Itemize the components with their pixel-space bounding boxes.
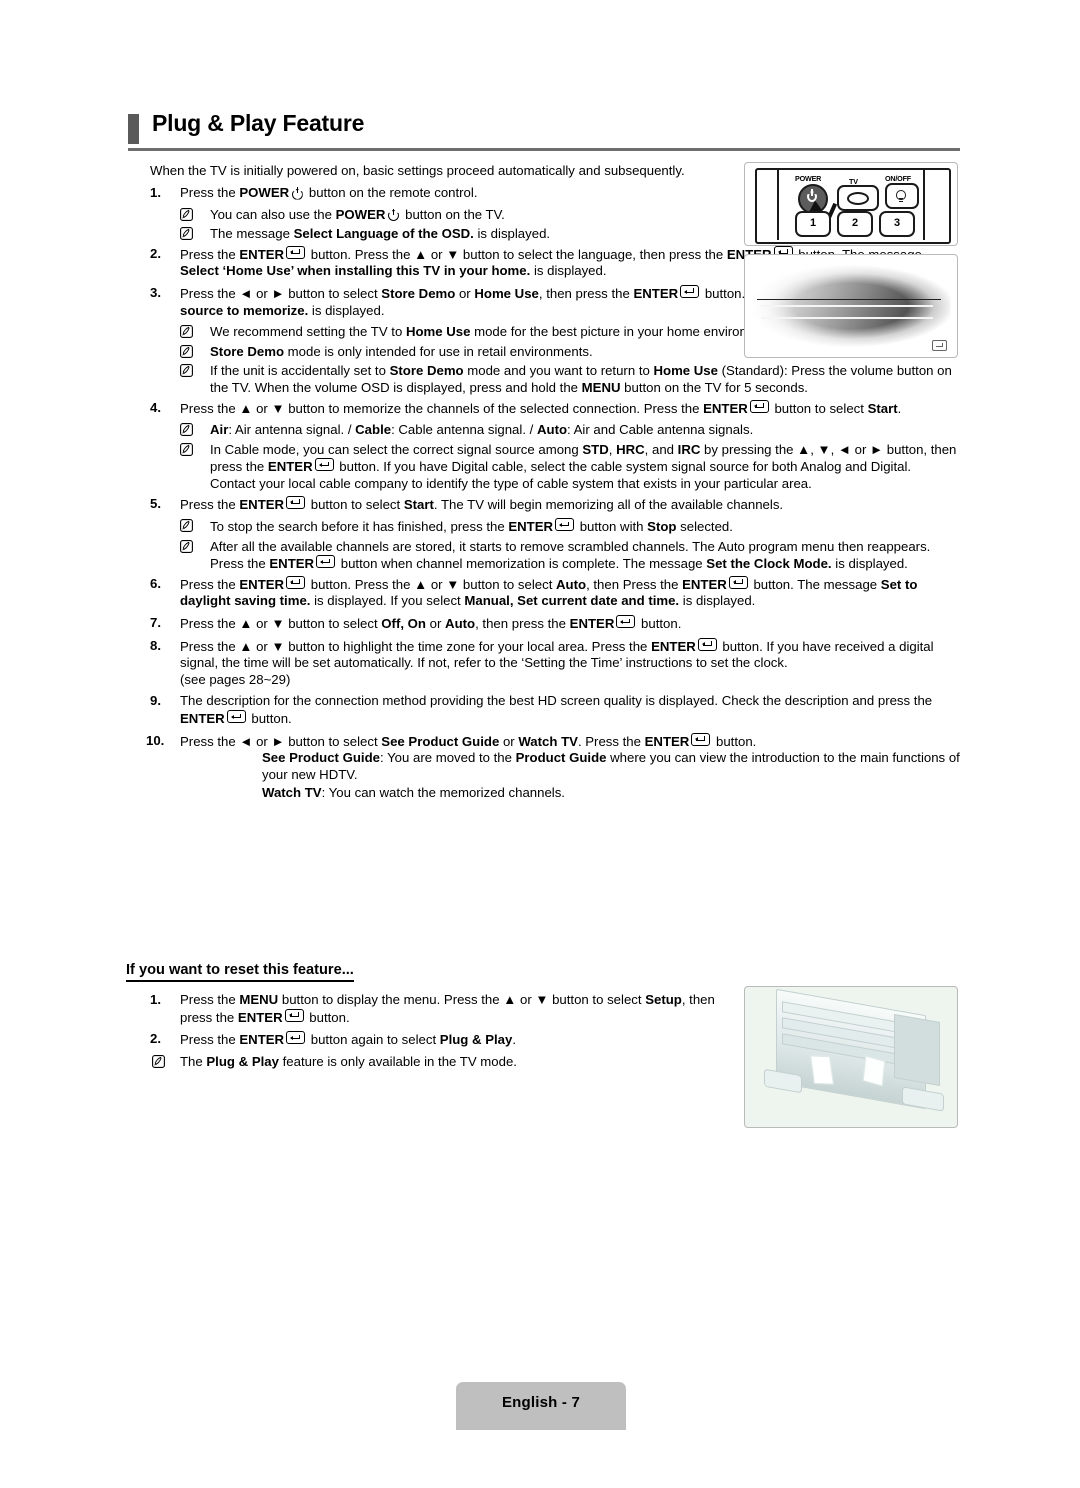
note-text: We recommend setting the TV to Home Use … [210,324,780,340]
remote-divider-right [923,168,925,240]
menu-highlight-1 [810,1055,834,1085]
step-text: Press the POWER button on the remote con… [180,185,478,200]
note-text: In Cable mode, you can select the correc… [210,441,957,491]
reset-notes: The Plug & Play feature is only availabl… [128,1054,748,1071]
step-number: 7. [150,615,161,631]
menu-highlight-2 [862,1055,886,1087]
lightbulb-icon [896,190,906,202]
note-item: The Plug & Play feature is only availabl… [128,1054,748,1071]
manual-page: Plug & Play Feature When the TV is initi… [0,0,1080,1488]
note-pencil-icon [180,539,193,558]
note-pencil-icon [152,1054,165,1073]
page-number-label: English - 7 [501,1394,581,1411]
remote-divider-left [777,168,779,240]
note-text: Air: Air antenna signal. / Cable: Cable … [210,422,754,438]
note-item: If the unit is accidentally set to Store… [128,363,960,396]
step-number: 4. [150,399,161,415]
power-glyph [291,187,303,199]
tv-oval-icon [847,192,869,205]
step-subtext: Watch TV: You can watch the memorized ch… [262,785,565,801]
step-number: 6. [150,575,161,591]
step-text: Press the ◄ or ► button to select See Pr… [180,732,757,749]
step-text: Press the ENTER button to select Start. … [180,495,784,512]
menu-tab-right [902,1086,944,1112]
note-item: In Cable mode, you can select the correc… [128,442,960,493]
step-number: 10. [146,732,165,748]
step-number: 5. [150,495,161,511]
reset-step-number: 1. [150,992,161,1007]
note-pencil-icon [180,227,193,245]
page-title: Plug & Play Feature [152,110,365,136]
step-item: 8. Press the ▲ or ▼ button to highlight t… [128,637,960,689]
page-footer: English - 7 [456,1382,626,1430]
remote-power-label: POWER [795,174,822,183]
step-text: Press the ▲ or ▼ button to memorize the … [180,399,902,416]
remote-onoff-button[interactable] [885,183,919,209]
section-header: Plug & Play Feature [128,110,960,152]
section-marker-icon [128,114,139,144]
remote-tv-button[interactable] [837,185,879,211]
step-text: Press the ▲ or ▼ button to select Off, O… [180,615,682,632]
step-item: 10. Press the ◄ or ► button to select See… [128,732,960,802]
reset-steps-block: 1. Press the MENU button to display the m… [128,992,748,1073]
note-text: After all the available channels are sto… [210,538,931,572]
remote-control-figure: POWER TV ON/OFF 1 2 3 [744,162,958,246]
note-text: If the unit is accidentally set to Store… [210,363,952,395]
step-number: 9. [150,693,161,709]
reset-step-text: Press the ENTER button again to select P… [180,1031,517,1048]
note-text: You can also use the POWER button on the… [210,206,505,222]
osd-line-1 [757,299,941,300]
step-number: 3. [150,284,161,300]
remote-onoff-label: ON/OFF [885,174,911,183]
reset-step-text: Press the MENU button to display the men… [180,992,715,1025]
remote-art: POWER TV ON/OFF 1 2 3 [745,163,957,245]
note-item: To stop the search before it has finishe… [128,518,960,536]
note-pencil-icon [180,423,193,441]
note-text: To stop the search before it has finishe… [210,518,733,535]
osd-screenshot-figure [744,254,958,358]
note-text: The Plug & Play feature is only availabl… [180,1053,517,1069]
step-item: 6. Press the ENTER button. Press the ▲ or… [128,575,960,610]
note-text: The message Select Language of the OSD. … [210,226,551,242]
note-pencil-icon [180,442,193,461]
step-number: 1. [150,185,161,200]
note-pencil-icon [180,344,193,363]
step-text: The description for the connection metho… [180,693,933,727]
note-pencil-icon [180,325,193,343]
osd-line-3 [761,317,933,319]
reset-step-item: 2. Press the ENTER button again to select… [128,1031,748,1049]
note-pencil-icon [180,364,193,382]
step-item: 9. The description for the connection met… [128,693,960,727]
osd-line-2 [761,305,933,307]
reset-subsection-heading: If you want to reset this feature... [126,962,354,982]
title-divider [128,148,960,151]
reset-step-number: 2. [150,1031,161,1047]
step-number: 8. [150,637,161,653]
step-number: 2. [150,245,161,261]
note-text: Store Demo mode is only intended for use… [210,343,593,359]
step-text: Press the ENTER button. Press the ▲ or ▼… [180,575,918,609]
note-pencil-icon [180,207,193,226]
step-text: Press the ▲ or ▼ button to highlight the… [180,637,934,687]
reset-numbered-steps: 1. Press the MENU button to display the m… [128,992,748,1049]
enter-key-icon [932,340,947,351]
setup-menu-figure [744,986,958,1128]
remote-num-2[interactable]: 2 [837,211,873,237]
step-item: 5. Press the ENTER button to select Start… [128,495,960,514]
remote-num-1[interactable]: 1 [795,211,831,237]
menu-art [752,988,950,1120]
note-item: After all the available channels are sto… [128,539,960,573]
reset-step-item: 1. Press the MENU button to display the m… [128,992,748,1026]
menu-side-panel [894,1013,940,1087]
step-item: 4. Press the ▲ or ▼ button to memorize th… [128,399,960,418]
note-pencil-icon [180,519,193,537]
step-subtext: See Product Guide: You are moved to the … [262,750,960,782]
power-icon-stem [811,189,814,196]
remote-num-3[interactable]: 3 [879,211,915,237]
note-item: Air: Air antenna signal. / Cable: Cable … [128,422,960,439]
step-item: 7. Press the ▲ or ▼ button to select Off,… [128,615,960,633]
